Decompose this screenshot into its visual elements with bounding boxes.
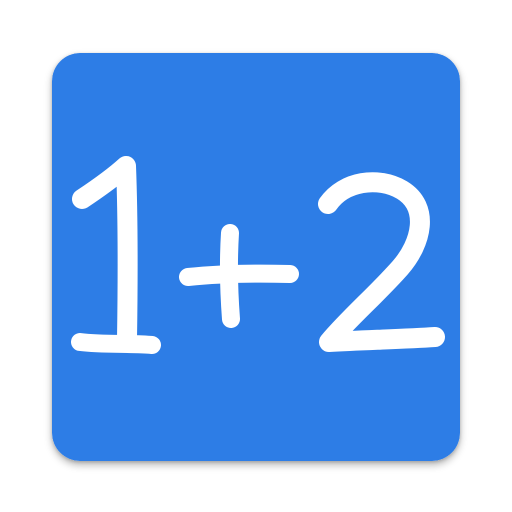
icon-artwork	[52, 53, 460, 461]
icon-label: 1+2	[52, 53, 53, 54]
app-icon[interactable]: 1+2	[52, 53, 460, 461]
